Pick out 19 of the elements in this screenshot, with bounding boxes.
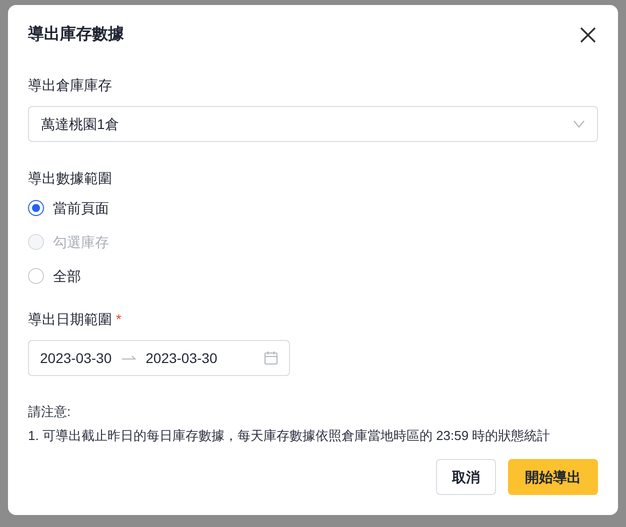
calendar-icon bbox=[264, 351, 278, 365]
field-label: 導出日期範圍 * bbox=[28, 309, 122, 330]
close-icon[interactable] bbox=[578, 25, 598, 45]
date-range-field[interactable]: 2023-03-30 2023-03-30 bbox=[28, 340, 290, 376]
warehouse-select[interactable]: 萬達桃園1倉 bbox=[28, 106, 598, 142]
start-date[interactable]: 2023-03-30 bbox=[40, 348, 112, 368]
export-button[interactable]: 開始導出 bbox=[508, 459, 598, 495]
field-label: 導出數據範圍 bbox=[28, 169, 113, 188]
field-label: 導出倉庫庫存 bbox=[28, 76, 113, 95]
radio-option[interactable]: 當前頁面 bbox=[28, 191, 109, 225]
end-date[interactable]: 2023-03-30 bbox=[146, 348, 218, 368]
required-mark: * bbox=[116, 310, 122, 329]
radio-option[interactable]: 全部 bbox=[28, 259, 81, 293]
cancel-button[interactable]: 取消 bbox=[436, 459, 496, 495]
notice-text: 1. 可導出截止昨日的每日庫存數據，每天庫存數據依照倉庫當地時區的 23:59 時的狀態統計 bbox=[28, 426, 552, 444]
chevron-down-icon bbox=[573, 120, 585, 128]
dialog-title: 導出庫存數據 bbox=[28, 24, 124, 45]
radio-button[interactable] bbox=[28, 200, 44, 216]
notice-title: 請注意: bbox=[28, 403, 72, 421]
